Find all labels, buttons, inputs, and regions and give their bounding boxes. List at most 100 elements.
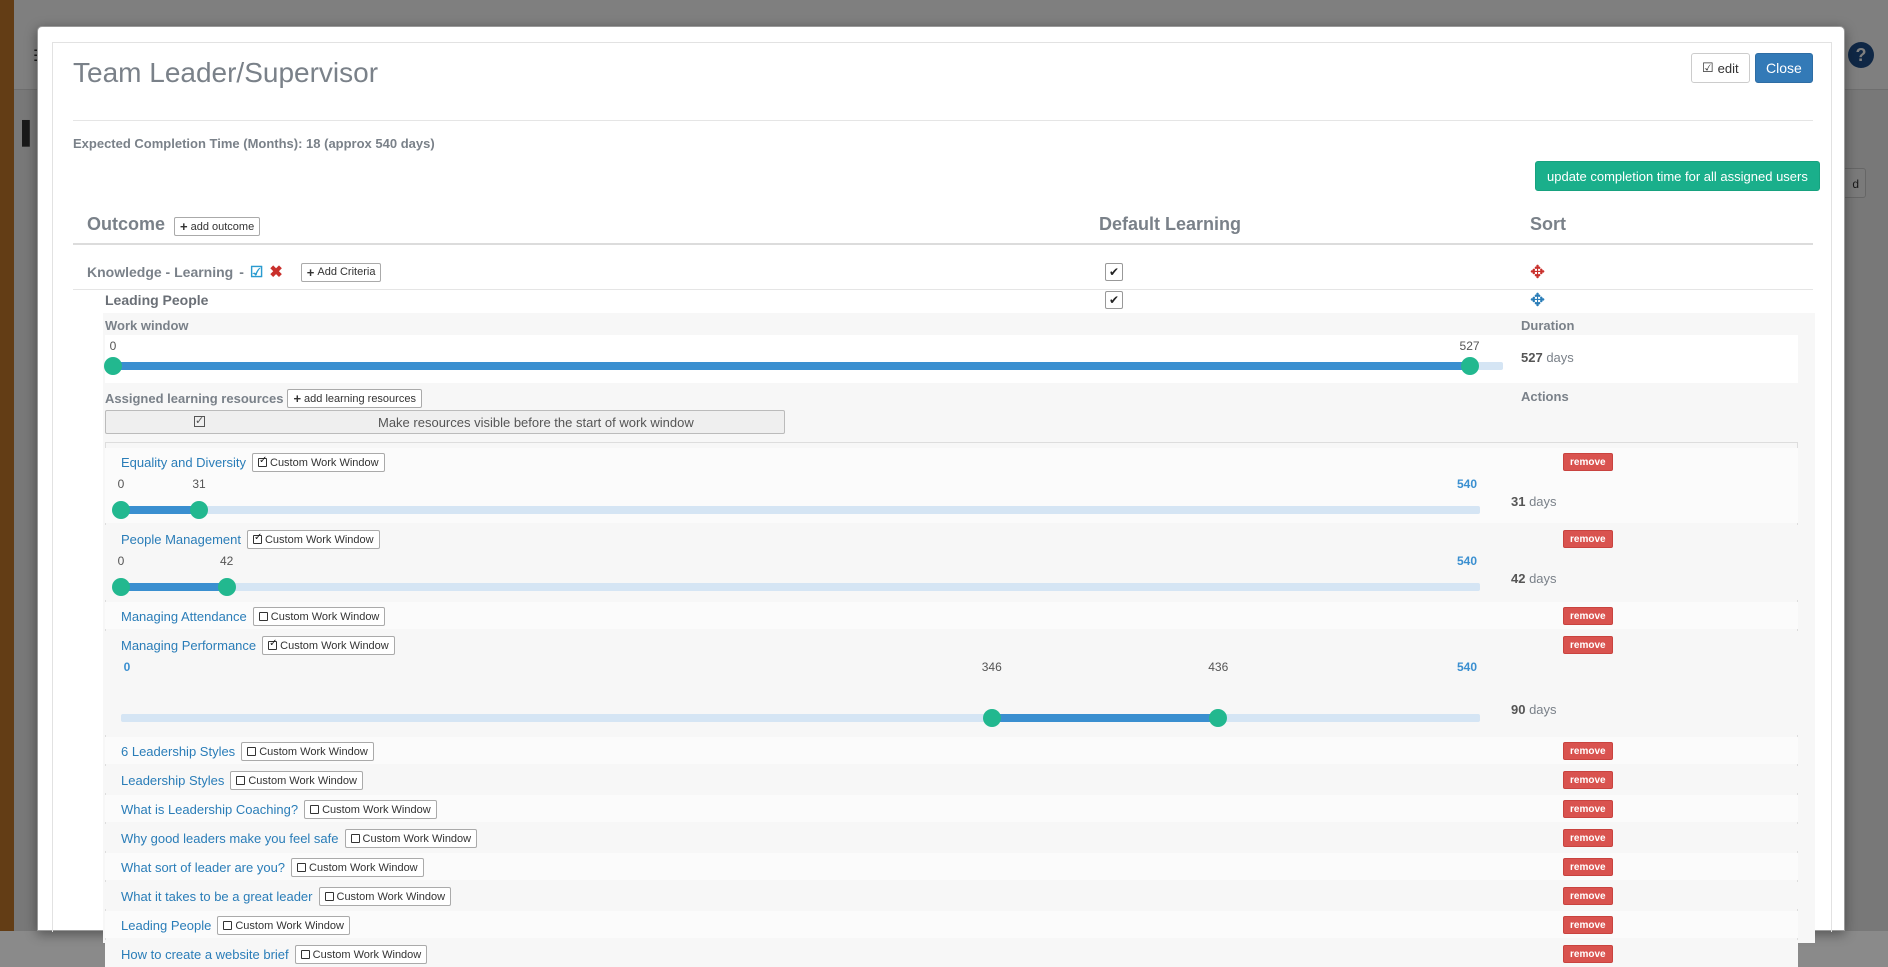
- resource-name-link[interactable]: Why good leaders make you feel safe: [121, 831, 339, 846]
- resource-slider-end-handle[interactable]: [190, 501, 209, 519]
- remove-resource-button[interactable]: remove: [1563, 887, 1613, 905]
- custom-work-window-button[interactable]: Custom Work Window: [291, 858, 424, 877]
- custom-work-window-button[interactable]: Custom Work Window: [304, 800, 437, 819]
- work-window-start-handle[interactable]: [104, 357, 122, 375]
- criteria-sort-handle-icon[interactable]: ✥: [1530, 291, 1545, 309]
- custom-work-window-label: Custom Work Window: [309, 861, 418, 874]
- remove-resource-button[interactable]: remove: [1563, 800, 1613, 818]
- resource-item: People Management Custom Work Window: [121, 530, 380, 549]
- close-button[interactable]: Close: [1755, 53, 1813, 83]
- resource-name-link[interactable]: Managing Attendance: [121, 609, 247, 624]
- outcome-column-header: Outcome: [87, 214, 166, 234]
- resource-item: Managing Attendance Custom Work Window: [121, 607, 386, 626]
- remove-resource-button[interactable]: remove: [1563, 742, 1613, 760]
- add-criteria-button[interactable]: + Add Criteria: [300, 262, 382, 282]
- custom-work-window-button[interactable]: Custom Work Window: [344, 829, 478, 848]
- work-window-slider-fill: [113, 362, 1470, 370]
- outcome-default-learning-checkbox[interactable]: ✔: [1105, 263, 1123, 281]
- resource-slider-start-label: 0: [117, 477, 125, 491]
- resource-slider-max-label: 540: [1456, 660, 1478, 674]
- resource-name-link[interactable]: Equality and Diversity: [121, 455, 246, 470]
- resource-name-link[interactable]: 6 Leadership Styles: [121, 744, 235, 759]
- custom-work-window-label: Custom Work Window: [336, 890, 446, 903]
- resource-name-link[interactable]: What sort of leader are you?: [121, 860, 285, 875]
- custom-work-window-label: Custom Work Window: [362, 832, 472, 845]
- outcome-sort-handle-icon[interactable]: ✥: [1530, 263, 1545, 281]
- resource-duration: 31 days: [1511, 494, 1557, 509]
- resource-duration-value: 90: [1511, 702, 1526, 717]
- remove-resource-button[interactable]: remove: [1563, 858, 1613, 876]
- custom-work-window-button[interactable]: Custom Work Window: [252, 453, 385, 472]
- assigned-resources-label: Assigned learning resources + add learni…: [105, 389, 422, 408]
- outcome-row: Knowledge - Learning - ☑ ✖ + Add Criteri…: [87, 262, 382, 282]
- delete-outcome-icon[interactable]: ✖: [269, 262, 282, 282]
- remove-resource-button[interactable]: remove: [1563, 771, 1613, 789]
- custom-work-window-button[interactable]: Custom Work Window: [217, 916, 350, 935]
- resource-item: Why good leaders make you feel safe Custo…: [121, 829, 478, 848]
- plus-icon: +: [293, 391, 302, 406]
- resource-name-link[interactable]: What is Leadership Coaching?: [121, 802, 298, 817]
- remove-resource-button[interactable]: remove: [1563, 607, 1613, 625]
- custom-work-window-button[interactable]: Custom Work Window: [318, 887, 452, 906]
- custom-work-window-button[interactable]: Custom Work Window: [230, 771, 363, 790]
- work-window-end-handle[interactable]: [1460, 357, 1479, 375]
- plus-icon: +: [180, 219, 188, 234]
- resource-duration-unit: days: [1525, 494, 1557, 509]
- resource-slider-min-label: 0: [123, 660, 131, 674]
- modal-content: Team Leader/Supervisor ☑ edit Close Expe…: [52, 42, 1832, 967]
- work-window-duration: 527 days: [1521, 350, 1574, 365]
- custom-work-window-button[interactable]: Custom Work Window: [252, 607, 386, 626]
- resource-slider-start-handle[interactable]: [112, 578, 130, 596]
- custom-work-window-label: Custom Work Window: [270, 456, 379, 469]
- edit-button[interactable]: ☑ edit: [1691, 53, 1750, 83]
- sort-column-header: Sort: [1530, 214, 1566, 234]
- remove-resource-button[interactable]: remove: [1563, 945, 1613, 963]
- custom-work-window-label: Custom Work Window: [235, 919, 344, 932]
- visible-before-window-toggle[interactable]: ✓ Make resources visible before the star…: [105, 410, 785, 434]
- unchecked-checkbox-icon: [236, 776, 246, 785]
- resource-name-link[interactable]: People Management: [121, 532, 241, 547]
- unchecked-checkbox-icon: [258, 612, 268, 621]
- resource-name-link[interactable]: Managing Performance: [121, 638, 256, 653]
- resource-slider-start-handle[interactable]: [982, 709, 1001, 727]
- resource-slider-start-handle[interactable]: [112, 501, 130, 519]
- resource-name-link[interactable]: Leadership Styles: [121, 773, 224, 788]
- resource-item: What is Leadership Coaching? Custom Work …: [121, 800, 437, 819]
- custom-work-window-label: Custom Work Window: [264, 533, 374, 546]
- add-learning-resources-button[interactable]: + add learning resources: [287, 389, 422, 408]
- resource-item: How to create a website brief Custom Work…: [121, 945, 428, 964]
- criteria-name: Leading People: [105, 292, 209, 308]
- resource-slider-track[interactable]: [121, 583, 1480, 591]
- remove-resource-button[interactable]: remove: [1563, 530, 1613, 548]
- resource-slider-track[interactable]: [121, 506, 1480, 514]
- resource-duration-value: 42: [1511, 571, 1526, 586]
- edit-outcome-icon[interactable]: ☑: [250, 263, 263, 281]
- modal-title: Team Leader/Supervisor: [73, 57, 379, 88]
- unchecked-checkbox-icon: [223, 921, 233, 930]
- work-window-label: Work window: [105, 318, 189, 333]
- custom-work-window-button[interactable]: Custom Work Window: [294, 945, 428, 964]
- unchecked-checkbox-icon: [350, 834, 360, 843]
- custom-work-window-button[interactable]: Custom Work Window: [262, 636, 395, 655]
- work-window-start-label: 0: [109, 339, 117, 353]
- custom-work-window-button[interactable]: Custom Work Window: [246, 530, 380, 549]
- remove-resource-button[interactable]: remove: [1563, 636, 1613, 654]
- resource-name-link[interactable]: What it takes to be a great leader: [121, 889, 313, 904]
- remove-resource-button[interactable]: remove: [1563, 453, 1613, 471]
- add-outcome-button[interactable]: + add outcome: [174, 217, 261, 236]
- resource-slider-end-label: 436: [1208, 660, 1229, 674]
- outcome-row-divider: [73, 289, 1813, 290]
- update-completion-time-button[interactable]: update completion time for all assigned …: [1535, 161, 1820, 191]
- remove-resource-button[interactable]: remove: [1563, 829, 1613, 847]
- resource-name-link[interactable]: How to create a website brief: [121, 947, 289, 962]
- learning-pathway-modal: Team Leader/Supervisor ☑ edit Close Expe…: [37, 26, 1845, 967]
- assigned-resources-text: Assigned learning resources: [105, 391, 284, 406]
- resource-slider-track[interactable]: [121, 714, 1480, 722]
- work-window-duration-unit: days: [1546, 350, 1574, 365]
- custom-work-window-button[interactable]: Custom Work Window: [241, 742, 374, 761]
- unchecked-checkbox-icon: [247, 747, 257, 756]
- remove-resource-button[interactable]: remove: [1563, 916, 1613, 934]
- resource-slider-end-handle[interactable]: [217, 578, 236, 596]
- visible-before-checkbox-icon: ✓: [194, 415, 205, 427]
- criteria-default-learning-checkbox[interactable]: ✔: [1105, 291, 1123, 309]
